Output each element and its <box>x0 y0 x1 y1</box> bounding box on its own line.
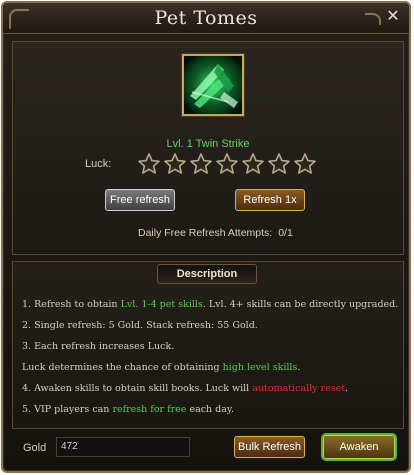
description-text: 2. Single refresh: 5 Gold. Stack refresh… <box>22 320 258 331</box>
highlight-text: Lvl. 1-4 pet skills <box>120 299 203 310</box>
free-refresh-button[interactable]: Free refresh <box>105 189 175 211</box>
description-line: 2. Single refresh: 5 Gold. Stack refresh… <box>22 319 397 340</box>
gold-value: 472 <box>56 437 190 457</box>
description-text: 5. VIP players can <box>22 404 113 415</box>
description-text: 3. Each refresh increases Luck. <box>22 341 175 352</box>
description-text: . <box>345 383 349 394</box>
close-ornament <box>365 13 381 25</box>
skill-panel: Lvl. 1 Twin Strike Luck: Free refresh Re… <box>12 41 404 255</box>
luck-star-icon <box>216 153 238 174</box>
awaken-button[interactable]: Awaken <box>323 435 395 459</box>
description-panel: Description 1. Refresh to obtain Lvl. 1-… <box>12 261 404 429</box>
luck-star-icon <box>138 153 160 174</box>
luck-label: Luck: <box>85 158 112 170</box>
skill-name: Lvl. 1 Twin Strike <box>166 138 250 150</box>
description-lines: 1. Refresh to obtain Lvl. 1-4 pet skills… <box>22 298 399 424</box>
luck-star-icon <box>294 153 316 174</box>
pet-tomes-window: Pet Tomes ✕ Lvl. 1 Twin Strike Luck: Fre… <box>1 1 411 473</box>
description-text: . Lvl. 4+ skills can be directly upgrade… <box>202 299 399 310</box>
description-text: 1. Refresh to obtain <box>22 299 121 310</box>
luck-stars <box>137 152 317 176</box>
description-text: . <box>297 362 301 373</box>
description-text: each day. <box>186 404 235 415</box>
description-line: 4. Awaken skills to obtain skill books. … <box>22 382 397 403</box>
window-title: Pet Tomes <box>154 7 258 29</box>
refresh-1x-button[interactable]: Refresh 1x <box>235 189 305 211</box>
highlight-text: high level skills <box>222 362 298 373</box>
description-line: Luck determines the chance of obtaining … <box>22 361 397 382</box>
highlight-text: refresh for free <box>112 404 187 415</box>
luck-star-icon <box>164 153 186 174</box>
description-line: 3. Each refresh increases Luck. <box>22 340 397 361</box>
attempts-label: Daily Free Refresh Attempts: <box>138 227 273 239</box>
description-line: 5. VIP players can refresh for free each… <box>22 403 397 424</box>
description-text: Luck determines the chance of obtaining <box>22 362 223 373</box>
daily-free-refresh-attempts: Daily Free Refresh Attempts: 0/1 <box>138 227 293 239</box>
description-text: 4. Awaken skills to obtain skill books. … <box>22 383 253 394</box>
title-bar: Pet Tomes ✕ <box>3 3 409 34</box>
bulk-refresh-button[interactable]: Bulk Refresh <box>234 436 305 458</box>
description-line: 1. Refresh to obtain Lvl. 1-4 pet skills… <box>22 298 399 319</box>
luck-star-icon <box>190 153 212 174</box>
attempts-value: 0/1 <box>278 227 293 239</box>
luck-star-icon <box>268 153 290 174</box>
highlight-text: automatically reset <box>252 383 346 394</box>
luck-star-icon <box>242 153 264 174</box>
description-title: Description <box>157 264 257 284</box>
twin-strike-skill-icon <box>182 54 244 116</box>
gold-label: Gold <box>23 442 47 454</box>
close-icon[interactable]: ✕ <box>383 8 403 26</box>
